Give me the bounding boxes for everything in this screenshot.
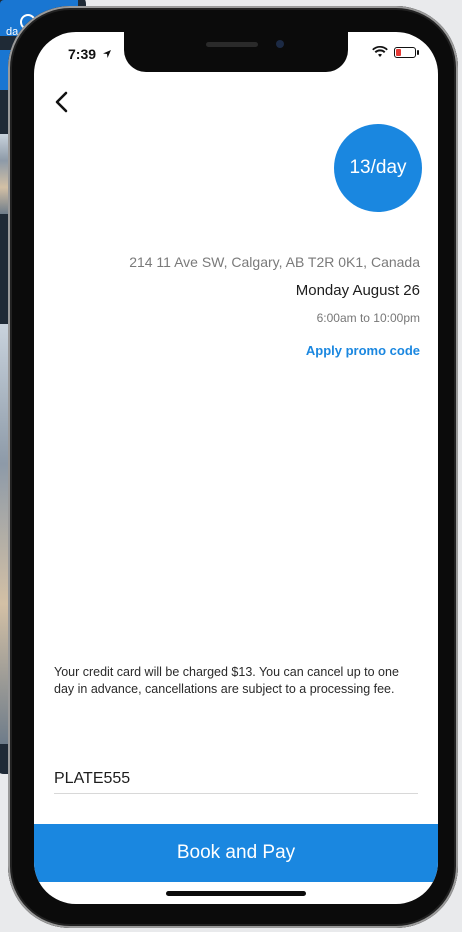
date-text: Monday August 26	[295, 282, 420, 299]
camera	[276, 40, 284, 48]
location-arrow-icon	[102, 50, 111, 58]
address-text: 214 11 Ave SW, Calgary, AB T2R 0K1, Cana…	[129, 254, 420, 270]
battery-low-icon	[394, 46, 419, 58]
back-button[interactable]	[48, 88, 76, 116]
notch	[124, 32, 348, 72]
book-and-pay-button[interactable]: Book and Pay	[34, 824, 438, 882]
phone-screen: 7:39 13/day 214 11 Ave SW, Calgary, AB T…	[34, 32, 438, 904]
status-time-text: 7:39	[68, 46, 97, 62]
plate-input[interactable]	[54, 765, 418, 794]
status-icons	[372, 46, 419, 58]
speaker	[206, 42, 258, 47]
booking-details: 214 11 Ave SW, Calgary, AB T2R 0K1, Cana…	[129, 254, 420, 358]
chevron-left-icon	[55, 91, 68, 113]
home-indicator	[166, 891, 306, 896]
charge-notice: Your credit card will be charged $13. Yo…	[54, 665, 399, 696]
time-range-text: 6:00am to 10:00pm	[316, 311, 420, 325]
phone-frame: 7:39 13/day 214 11 Ave SW, Calgary, AB T…	[8, 6, 458, 928]
status-time: 7:39	[68, 46, 112, 62]
rate-badge: 13/day	[334, 124, 422, 212]
apply-promo-link[interactable]: Apply promo code	[129, 343, 420, 358]
wifi-icon	[372, 46, 388, 57]
